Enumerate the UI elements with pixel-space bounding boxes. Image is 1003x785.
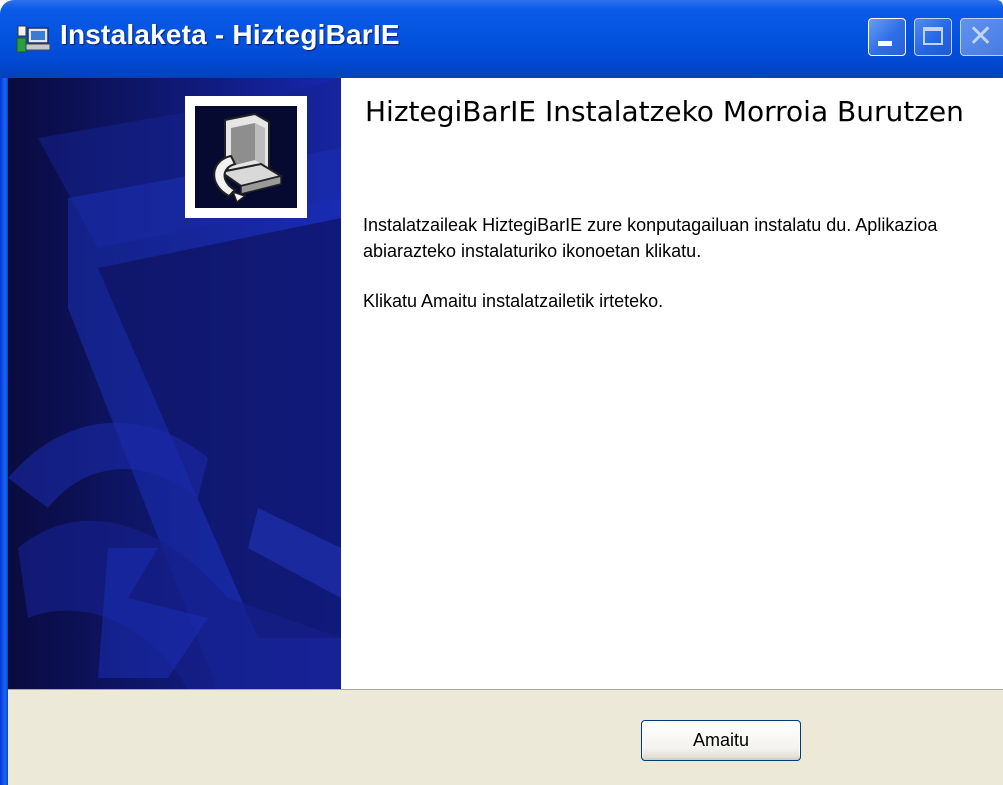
window-title: Instalaketa - HiztegiBarIE	[60, 19, 400, 50]
maximize-button[interactable]	[914, 18, 952, 56]
window-frame-left	[0, 78, 8, 785]
title-bar[interactable]: Instalaketa - HiztegiBarIE ✕	[0, 0, 1003, 78]
wizard-sidebar-banner	[8, 78, 341, 690]
minimize-button[interactable]	[868, 18, 906, 56]
close-button[interactable]: ✕	[960, 18, 1003, 56]
wizard-content: HiztegiBarIE Instalatzeko Morroia Burutz…	[341, 78, 1003, 690]
completion-message: Instalatzaileak HiztegiBarIE zure konput…	[363, 215, 938, 261]
wizard-footer	[8, 690, 1003, 785]
logo-frame	[185, 96, 307, 218]
logo-background	[195, 106, 297, 208]
installer-window: Instalaketa - HiztegiBarIE ✕ HiztegiBarI…	[0, 0, 1003, 785]
minimize-icon	[878, 41, 892, 46]
maximize-icon	[923, 27, 943, 45]
exit-instruction: Klikatu Amaitu instalatzailetik irteteko…	[363, 291, 664, 311]
computer-install-icon	[213, 112, 284, 204]
finish-button[interactable]: Amaitu	[641, 720, 801, 761]
close-icon: ✕	[968, 19, 994, 54]
page-title: HiztegiBarIE Instalatzeko Morroia Burutz…	[365, 95, 964, 128]
installer-app-icon	[16, 25, 50, 53]
